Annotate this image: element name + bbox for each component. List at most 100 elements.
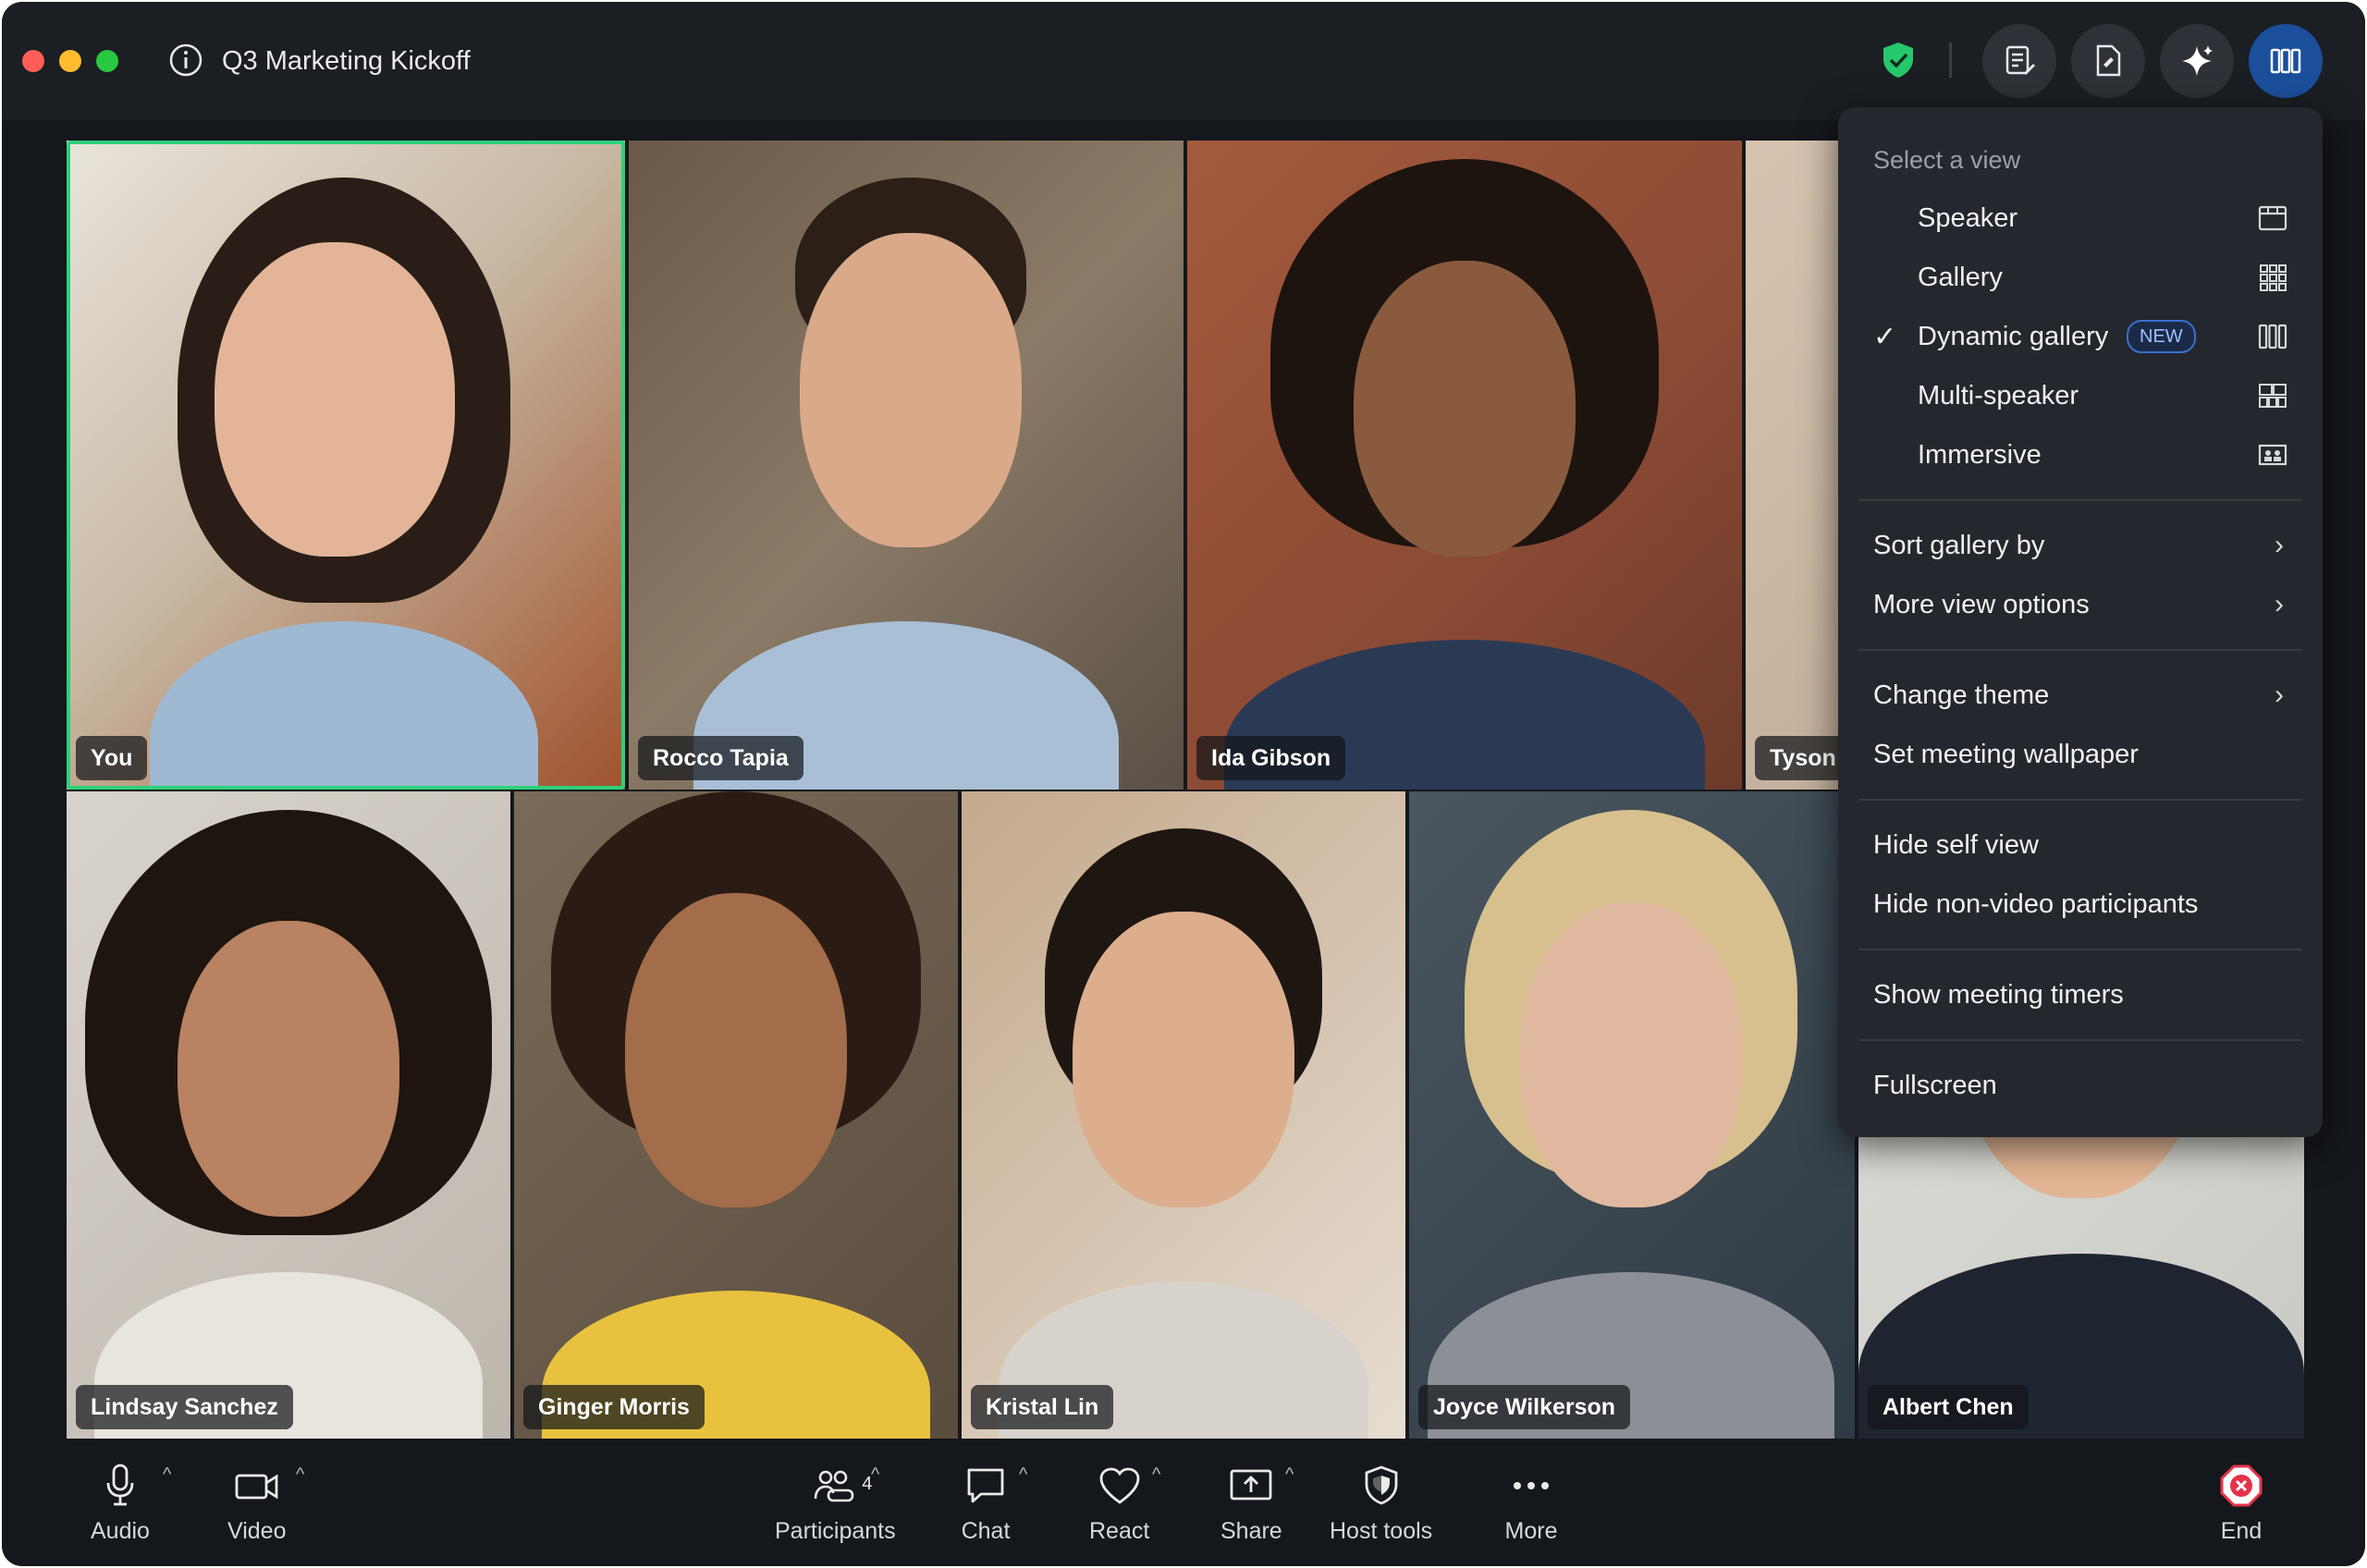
info-icon[interactable]: [168, 43, 203, 78]
video-tile[interactable]: Rocco Tapia: [629, 141, 1184, 790]
video-tile[interactable]: Kristal Lin: [962, 791, 1405, 1439]
react-options-caret[interactable]: ^: [1152, 1464, 1160, 1486]
chat-bubble-icon: [967, 1468, 1004, 1503]
react-button[interactable]: React: [1089, 1461, 1149, 1545]
whiteboard-button[interactable]: [2071, 24, 2145, 98]
menu-item-label: Fullscreen: [1873, 1070, 1997, 1100]
end-label: End: [2220, 1518, 2263, 1544]
menu-item-label: Hide self view: [1873, 829, 2039, 860]
view-option-multi-speaker[interactable]: Multi-speaker: [1838, 370, 2323, 422]
menu-divider: [1858, 799, 2302, 801]
participants-label: Participants: [775, 1518, 896, 1544]
participant-name: Rocco Tapia: [638, 736, 803, 780]
ai-assistant-icon: [2182, 45, 2213, 76]
video-face: [1073, 912, 1294, 1207]
participant-name: Ginger Morris: [523, 1385, 705, 1429]
menu-item-label: Show meeting timers: [1873, 979, 2124, 1010]
change-theme-item[interactable]: Change theme ›: [1838, 669, 2323, 721]
close-window-button[interactable]: [22, 50, 44, 72]
react-label: React: [1089, 1518, 1150, 1544]
host-tools-button[interactable]: Host tools: [1330, 1461, 1432, 1545]
view-option-label: Dynamic gallery: [1918, 321, 2109, 351]
set-meeting-wallpaper-item[interactable]: Set meeting wallpaper: [1838, 729, 2323, 780]
checkmark-icon: ✓: [1873, 321, 1897, 352]
video-button[interactable]: Video: [227, 1461, 287, 1545]
menu-item-label: Change theme: [1873, 680, 2050, 710]
more-button[interactable]: More: [1503, 1461, 1559, 1545]
video-tile[interactable]: Joyce Wilkerson: [1409, 791, 1855, 1439]
participant-name: Kristal Lin: [971, 1385, 1114, 1429]
show-meeting-timers-item[interactable]: Show meeting timers: [1838, 969, 2323, 1021]
video-tile[interactable]: Ginger Morris: [514, 791, 958, 1439]
audio-options-caret[interactable]: ^: [163, 1464, 171, 1486]
hide-self-view-item[interactable]: Hide self view: [1838, 819, 2323, 871]
active-speaker-border: [67, 141, 625, 790]
menu-divider: [1858, 499, 2302, 501]
shield-check-icon[interactable]: [1881, 41, 1916, 80]
whiteboard-icon: [2096, 44, 2121, 77]
view-option-speaker[interactable]: Speaker: [1838, 192, 2323, 244]
hide-non-video-participants-item[interactable]: Hide non-video participants: [1838, 878, 2323, 930]
view-option-immersive[interactable]: Immersive: [1838, 429, 2323, 481]
video-options-caret[interactable]: ^: [296, 1464, 304, 1486]
share-button[interactable]: Share: [1220, 1461, 1282, 1545]
end-call-icon: [2220, 1464, 2263, 1507]
menu-divider: [1858, 1039, 2302, 1041]
video-face: [625, 893, 847, 1207]
view-menu-header: Select a view: [1873, 146, 2021, 174]
menu-item-label: Set meeting wallpaper: [1873, 739, 2139, 769]
chat-options-caret[interactable]: ^: [1019, 1464, 1027, 1486]
more-view-options-item[interactable]: More view options ›: [1838, 579, 2323, 631]
share-options-caret[interactable]: ^: [1285, 1464, 1294, 1486]
chat-label: Chat: [961, 1518, 1011, 1544]
fullscreen-item[interactable]: Fullscreen: [1838, 1060, 2323, 1111]
speaker-view-icon: [2258, 205, 2287, 231]
notes-icon: [2005, 45, 2035, 75]
view-layout-button[interactable]: [2249, 24, 2323, 98]
view-option-label: Immersive: [1918, 439, 2042, 470]
participant-name: Lindsay Sanchez: [76, 1385, 293, 1429]
menu-divider: [1858, 949, 2302, 950]
minimize-window-button[interactable]: [59, 50, 81, 72]
end-meeting-button[interactable]: End: [2214, 1461, 2269, 1545]
host-shield-icon: [1365, 1465, 1397, 1505]
menu-divider: [1858, 649, 2302, 651]
view-option-dynamic-gallery[interactable]: ✓ Dynamic gallery NEW: [1838, 311, 2323, 362]
video-tile-self[interactable]: You: [67, 141, 625, 790]
notes-button[interactable]: [1982, 24, 2056, 98]
maximize-window-button[interactable]: [96, 50, 118, 72]
view-layout-icon: [2270, 48, 2301, 74]
multi-speaker-icon: [2259, 384, 2287, 408]
view-option-label: Speaker: [1918, 202, 2018, 233]
chat-button[interactable]: Chat: [958, 1461, 1013, 1545]
participants-options-caret[interactable]: ^: [871, 1464, 879, 1486]
meeting-toolbar: Audio ^ Video ^ 4 Participants ^ Chat ^ …: [2, 1440, 2365, 1566]
video-label: Video: [227, 1518, 287, 1544]
video-face: [1354, 261, 1576, 557]
audio-label: Audio: [91, 1518, 150, 1544]
audio-button[interactable]: Audio: [91, 1461, 150, 1545]
video-face: [178, 921, 399, 1217]
view-menu: Select a view Speaker Gallery ✓ Dynamic …: [1838, 107, 2323, 1137]
ai-assistant-button[interactable]: [2160, 24, 2234, 98]
view-option-label: Multi-speaker: [1918, 380, 2079, 410]
video-face: [1520, 902, 1742, 1207]
chevron-right-icon: ›: [2275, 530, 2284, 560]
new-badge: NEW: [2127, 320, 2196, 353]
more-label: More: [1504, 1518, 1558, 1544]
sort-gallery-by-item[interactable]: Sort gallery by ›: [1838, 520, 2323, 571]
title-bar: Q3 Marketing Kickoff: [2, 2, 2365, 120]
view-option-gallery[interactable]: Gallery: [1838, 251, 2323, 303]
view-option-label: Gallery: [1918, 262, 2003, 292]
participants-icon: [815, 1470, 854, 1502]
microphone-icon: [106, 1464, 134, 1506]
video-tile[interactable]: Lindsay Sanchez: [67, 791, 510, 1439]
share-screen-icon: [1230, 1469, 1272, 1501]
host-tools-label: Host tools: [1330, 1518, 1433, 1544]
heart-icon: [1099, 1467, 1140, 1504]
video-tile[interactable]: Ida Gibson: [1187, 141, 1742, 790]
more-dots-icon: [1514, 1482, 1549, 1489]
share-label: Share: [1220, 1518, 1282, 1544]
dynamic-gallery-icon: [2258, 324, 2287, 349]
meeting-title: Q3 Marketing Kickoff: [222, 46, 471, 76]
